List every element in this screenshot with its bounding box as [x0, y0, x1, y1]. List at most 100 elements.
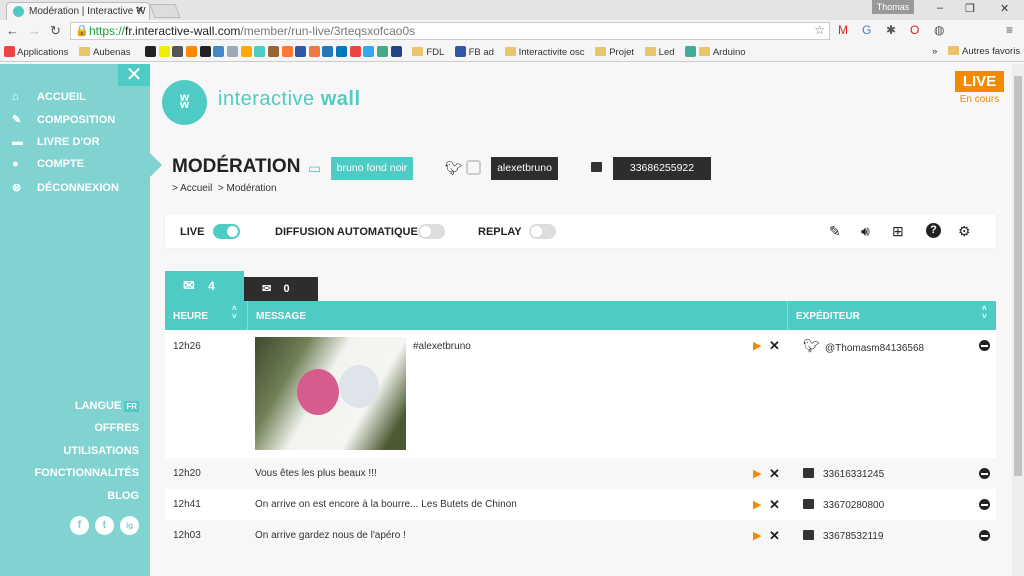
back-icon[interactable]: ←	[6, 23, 19, 38]
bookmark-apps[interactable]: Applications	[4, 46, 68, 58]
logo-icon[interactable]: ʬ	[162, 80, 207, 125]
bookmark[interactable]: Arduino	[685, 46, 746, 58]
message-text: #alexetbruno	[413, 341, 471, 352]
reject-icon[interactable]: ✕	[769, 497, 780, 513]
browser-tab[interactable]: Modération | Interactive W ✕	[6, 2, 150, 20]
gmail-extension-icon[interactable]: M	[838, 23, 848, 37]
menu-icon[interactable]: ≡	[1006, 23, 1013, 37]
sender: @Thomasm84136568	[825, 343, 925, 354]
play-icon[interactable]: ▶	[753, 339, 761, 352]
bookmark[interactable]: Interactivite osc	[504, 47, 585, 58]
close-sidebar-button[interactable]: ✕	[118, 64, 150, 86]
forward-icon[interactable]: →	[28, 23, 41, 38]
profile-button[interactable]: Thomas	[872, 0, 914, 14]
message-image[interactable]	[255, 337, 406, 450]
table-row: 12h20 Vous êtes les plus beaux !!! ▶ ✕ 3…	[165, 458, 996, 489]
bookmark[interactable]: FB ad	[454, 46, 494, 58]
help-icon[interactable]: ?	[926, 223, 941, 238]
sidebar-item-label: COMPTE	[37, 158, 85, 170]
bookmark[interactable]: FDL	[412, 47, 444, 58]
bookmark[interactable]: Projet	[595, 47, 634, 58]
bookmark[interactable]: Led	[644, 47, 675, 58]
sort-expediteur-icon[interactable]: ˄ ˅	[982, 305, 987, 321]
lock-icon: 🔒	[75, 25, 89, 37]
folder-icon	[79, 47, 90, 56]
hashtag-button[interactable]: alexetbruno	[491, 157, 558, 180]
pencil-icon[interactable]: ✎	[829, 223, 841, 240]
auto-broadcast-label: DIFFUSION AUTOMATIQUE	[275, 226, 418, 238]
block-icon[interactable]	[979, 499, 990, 510]
twitter-icon: 🐦︎	[445, 160, 463, 176]
scrollbar-thumb[interactable]	[1014, 76, 1022, 476]
breadcrumb-accueil[interactable]: > Accueil	[172, 183, 212, 194]
sidebar-item-composition[interactable]: ✎ COMPOSITION	[12, 113, 115, 127]
screen-name-button[interactable]: bruno fond noir	[331, 157, 413, 180]
play-icon[interactable]: ▶	[753, 498, 761, 511]
close-tab-icon[interactable]: ✕	[136, 5, 144, 16]
bookmarks-bar: Applications Aubenas FDL FB ad Interacti…	[0, 42, 1024, 62]
minimize-button[interactable]: –	[937, 2, 943, 14]
link-offres[interactable]: OFFRES	[94, 422, 139, 434]
add-screen-icon[interactable]: ⊞	[892, 223, 904, 240]
link-utilisations[interactable]: UTILISATIONS	[63, 445, 139, 457]
block-icon[interactable]	[979, 530, 990, 541]
header-message: MESSAGE	[256, 311, 307, 322]
reject-icon[interactable]: ✕	[769, 528, 780, 544]
url-input[interactable]: 🔒 https://fr.interactive-wall.com/member/…	[70, 22, 830, 40]
bookmark-label: Led	[658, 47, 675, 58]
phone-button[interactable]: 33686255922	[613, 157, 711, 180]
instagram-icon[interactable]: ig	[120, 516, 139, 535]
maximize-button[interactable]: ❐	[965, 2, 975, 15]
more-bookmarks[interactable]: »	[932, 46, 937, 57]
tab-rejected[interactable]: ✉ 0	[244, 277, 318, 301]
message-time: 12h20	[173, 468, 201, 479]
brand-name: interactive wall	[218, 88, 361, 111]
volume-icon[interactable]: 🔊︎	[861, 223, 870, 240]
pencil-icon: ✎	[12, 114, 22, 126]
brand-light: interactive	[218, 88, 321, 110]
message-time: 12h26	[173, 341, 201, 352]
translate-extension-icon[interactable]: G	[862, 23, 871, 37]
home-icon: ⌂	[12, 91, 19, 103]
sidebar-item-accueil[interactable]: ⌂ ACCUEIL	[12, 91, 86, 103]
live-toggle[interactable]	[213, 224, 240, 239]
block-icon[interactable]	[979, 468, 990, 479]
sidebar-item-label: ACCUEIL	[37, 91, 86, 103]
sort-heure-icon[interactable]: ˄ ˅	[232, 305, 237, 321]
header-heure[interactable]: HEURE	[173, 311, 208, 322]
ghost-extension-icon[interactable]: ◍	[934, 23, 944, 37]
twitter-icon[interactable]: t	[95, 516, 114, 535]
language-selector[interactable]: LANGUE FR	[75, 400, 139, 412]
play-icon[interactable]: ▶	[753, 467, 761, 480]
favicon-icon	[13, 6, 24, 17]
instagram-icon	[466, 160, 481, 175]
block-icon[interactable]	[979, 340, 990, 351]
replay-toggle[interactable]	[529, 224, 556, 239]
bookmark-icons[interactable]	[145, 46, 402, 58]
auto-broadcast-toggle[interactable]	[418, 224, 445, 239]
reject-icon[interactable]: ✕	[769, 338, 780, 354]
play-icon[interactable]: ▶	[753, 529, 761, 542]
sidebar-item-livre-dor[interactable]: ▬ LIVRE D'OR	[12, 136, 100, 148]
apps-icon	[4, 46, 15, 57]
other-bookmarks[interactable]: Autres favoris	[948, 46, 1020, 57]
bug-extension-icon[interactable]: ✱	[886, 23, 896, 37]
screen-icon: ▭	[308, 160, 322, 176]
link-fonctionnalites[interactable]: FONCTIONNALITÉS	[35, 467, 140, 479]
sms-icon	[803, 530, 814, 540]
reload-icon[interactable]: ↻	[50, 23, 61, 39]
sidebar-item-compte[interactable]: ● COMPTE	[12, 158, 84, 170]
opera-extension-icon[interactable]: O	[910, 23, 919, 37]
scrollbar[interactable]	[1012, 64, 1024, 576]
facebook-icon[interactable]: f	[70, 516, 89, 535]
sidebar-item-deconnexion[interactable]: ⊗ DÉCONNEXION	[12, 181, 119, 195]
tab-inbox[interactable]: ✉ 4	[165, 271, 244, 301]
new-tab-button[interactable]	[149, 4, 181, 18]
link-blog[interactable]: BLOG	[107, 490, 139, 502]
star-icon[interactable]: ☆	[814, 23, 825, 37]
bookmark[interactable]: Aubenas	[79, 47, 131, 58]
close-window-button[interactable]: ✕	[1000, 2, 1009, 15]
header-expediteur: EXPÉDITEUR	[796, 311, 860, 322]
reject-icon[interactable]: ✕	[769, 466, 780, 482]
settings-icon[interactable]: ⚙	[958, 223, 971, 240]
